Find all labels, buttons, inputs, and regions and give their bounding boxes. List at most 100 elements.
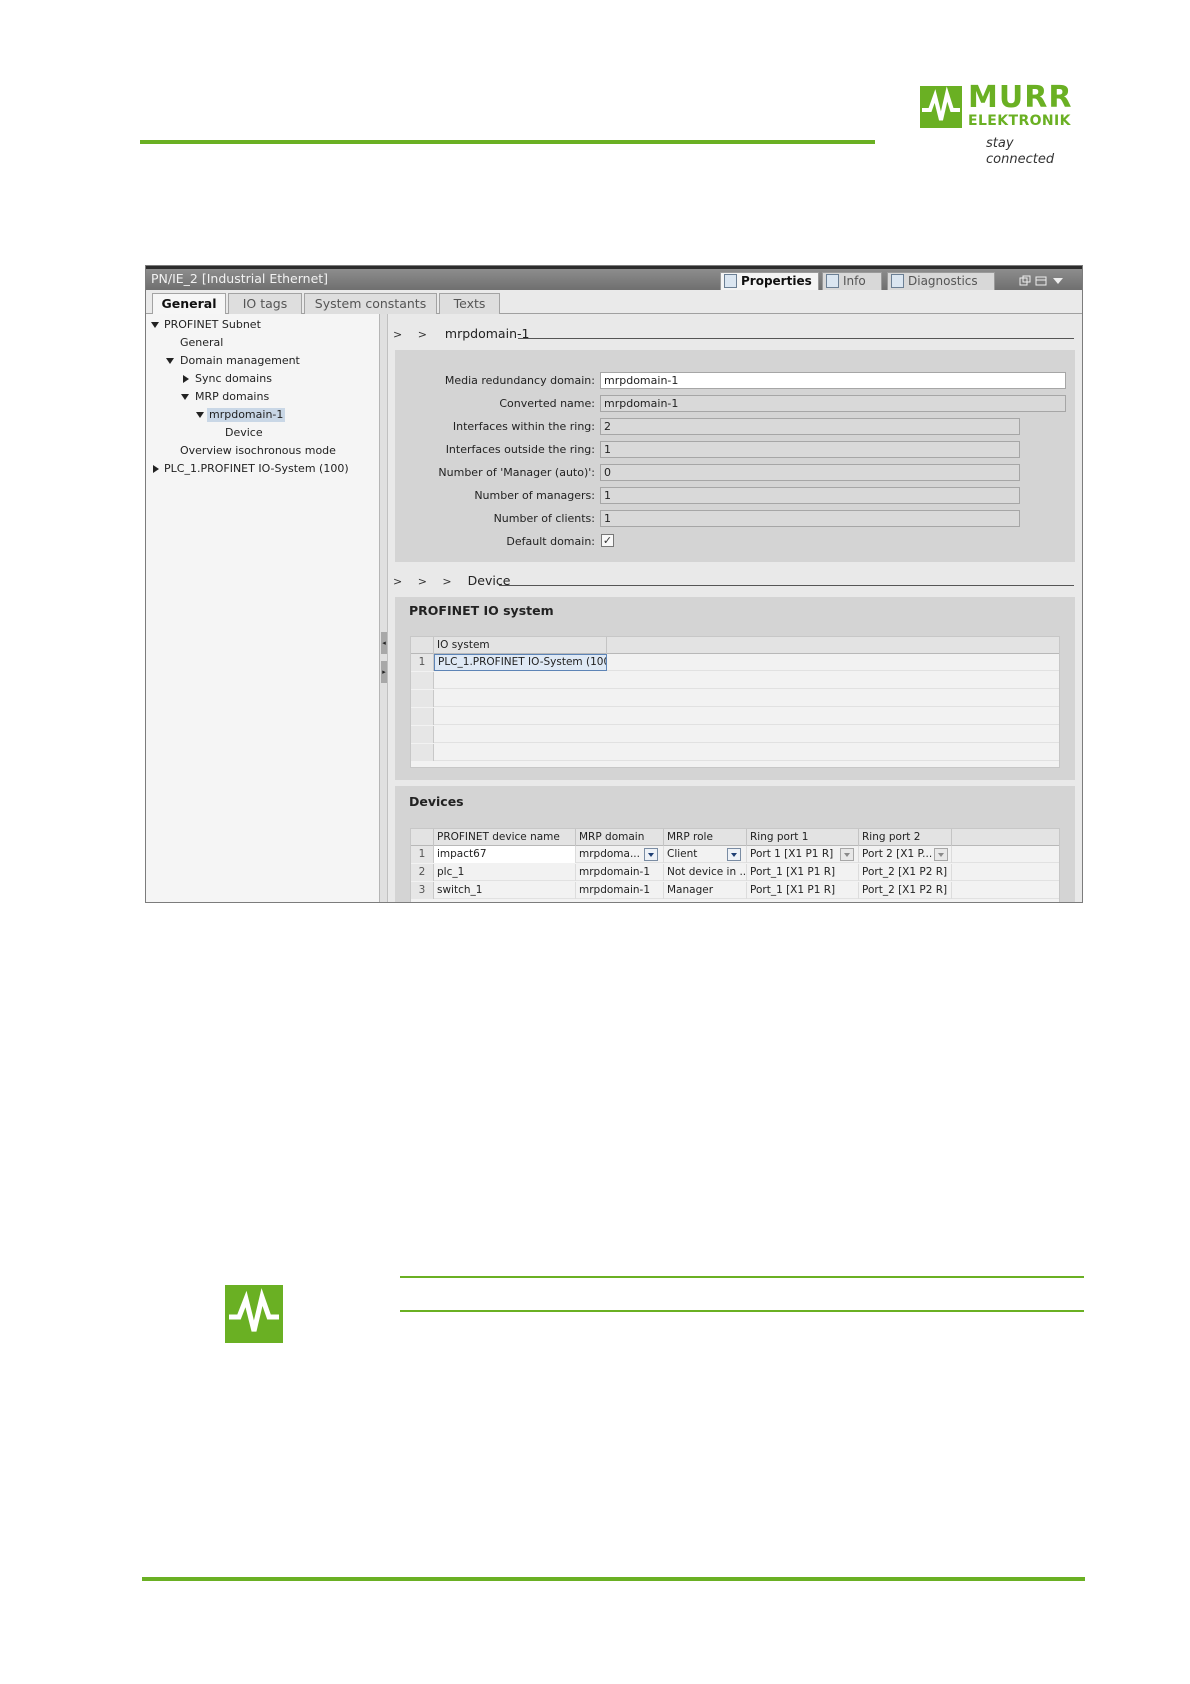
nav-item-mrpdomain-1[interactable]: mrpdomain-1: [207, 408, 286, 422]
table-row[interactable]: 1 PLC_1.PROFINET IO-System (100): [411, 654, 1059, 671]
table-row-empty[interactable]: [411, 672, 1059, 689]
number-of-clients-field: 1: [600, 510, 1020, 527]
ring-port-2-value: Port 2 [X1 P...: [862, 848, 933, 860]
table-header: IO system: [411, 637, 1059, 654]
label-converted-name: Converted name:: [499, 397, 595, 410]
interfaces-within-ring-field: 2: [600, 418, 1020, 435]
header-rule: [140, 140, 875, 144]
murr-elektronik-logo: MURR ELEKTRONIK stay connected: [920, 82, 1080, 167]
collapse-icon[interactable]: [153, 465, 159, 473]
media-redundancy-domain-input[interactable]: mrpdomain-1: [600, 372, 1066, 389]
column-header-mrp-role: MRP role: [664, 829, 747, 846]
io-system-table: IO system 1 PLC_1.PROFINET IO-System (10…: [410, 636, 1060, 768]
ring-port-1-cell[interactable]: Port_1 [X1 P1 R]: [747, 864, 859, 881]
table-row-empty[interactable]: [411, 690, 1059, 707]
label-number-of-managers: Number of managers:: [474, 489, 595, 502]
mrp-role-cell[interactable]: Not device in ...: [664, 864, 747, 881]
mrp-domain-cell[interactable]: mrpdomain-1: [576, 864, 664, 881]
nav-item-overview-isochronous[interactable]: Overview isochronous mode: [180, 444, 336, 458]
table-row[interactable]: 3 switch_1 mrpdomain-1 Manager Port_1 [X…: [411, 882, 1059, 899]
tab-info-label: Info: [843, 274, 866, 288]
table-row-empty[interactable]: [411, 708, 1059, 725]
row-number: 3: [411, 882, 434, 899]
tab-system-constants[interactable]: System constants: [304, 293, 437, 314]
layout-icon[interactable]: [1035, 275, 1047, 287]
murr-note-icon: [225, 1285, 283, 1343]
nav-item-profinet-subnet[interactable]: PROFINET Subnet: [164, 318, 261, 332]
label-number-of-clients: Number of clients:: [493, 512, 595, 525]
nav-item-general[interactable]: General: [180, 336, 223, 350]
ring-port-2-cell[interactable]: Port_2 [X1 P2 R]: [859, 882, 952, 899]
logo-word-murr: MURR: [968, 80, 1073, 115]
dropdown-arrow-icon[interactable]: [934, 848, 948, 861]
tab-properties-label: Properties: [741, 274, 812, 288]
expand-icon[interactable]: [196, 412, 204, 418]
expand-icon[interactable]: [151, 322, 159, 328]
tab-properties[interactable]: Properties: [720, 272, 819, 291]
default-domain-checkbox[interactable]: ✓: [601, 534, 614, 547]
io-system-cell[interactable]: PLC_1.PROFINET IO-System (100): [434, 654, 607, 671]
property-tabs: General IO tags System constants Texts: [146, 290, 1082, 315]
nav-item-device[interactable]: Device: [225, 426, 263, 440]
dropdown-arrow-icon[interactable]: [644, 848, 658, 861]
nav-item-io-system[interactable]: PLC_1.PROFINET IO-System (100): [164, 462, 349, 476]
label-interfaces-within-ring: Interfaces within the ring:: [452, 420, 595, 433]
row-number: [411, 690, 434, 707]
properties-icon: [724, 274, 737, 288]
label-number-manager-auto: Number of 'Manager (auto)':: [438, 466, 595, 479]
converted-name-field: mrpdomain-1: [600, 395, 1066, 412]
mrp-domain-value: mrpdoma...: [579, 848, 640, 860]
device-name-input[interactable]: impact67: [434, 846, 576, 863]
restore-window-icon[interactable]: [1019, 275, 1031, 287]
expand-icon[interactable]: [166, 358, 174, 364]
table-row[interactable]: 1 impact67 mrpdoma... Client Port 1 [X1 …: [411, 846, 1059, 863]
io-system-panel-title: PROFINET IO system: [409, 603, 554, 618]
tab-texts[interactable]: Texts: [439, 293, 500, 314]
ring-port-2-select[interactable]: Port 2 [X1 P...: [859, 846, 952, 863]
column-header-device-name: PROFINET device name: [434, 829, 576, 846]
info-icon: [826, 274, 839, 288]
device-name-cell[interactable]: plc_1: [434, 864, 576, 881]
expand-right-icon[interactable]: ▸: [381, 661, 387, 683]
mrp-domain-select[interactable]: mrpdoma...: [576, 846, 664, 863]
chevron-down-icon[interactable]: [1051, 275, 1065, 287]
window-title: PN/IE_2 [Industrial Ethernet]: [151, 271, 329, 286]
label-media-redundancy-domain: Media redundancy domain:: [444, 374, 595, 387]
column-header-mrp-domain: MRP domain: [576, 829, 664, 846]
navigation-tree: PROFINET Subnet General Domain managemen…: [146, 314, 380, 902]
tab-info[interactable]: Info: [822, 272, 882, 291]
ring-port-1-select[interactable]: Port 1 [X1 P1 R]: [747, 846, 859, 863]
collapse-left-icon[interactable]: ◂: [381, 632, 387, 654]
collapse-icon[interactable]: [183, 375, 189, 383]
nav-item-sync-domains[interactable]: Sync domains: [195, 372, 272, 386]
table-row-empty[interactable]: [411, 744, 1059, 761]
section-chevrons: > > >: [393, 575, 458, 588]
nav-item-domain-management[interactable]: Domain management: [180, 354, 300, 368]
content-pane: > > mrpdomain-1 Media redundancy domain:…: [389, 314, 1082, 902]
nav-item-mrp-domains[interactable]: MRP domains: [195, 390, 269, 404]
number-manager-auto-field: 0: [600, 464, 1020, 481]
mrp-role-cell[interactable]: Manager: [664, 882, 747, 899]
device-name-cell[interactable]: switch_1: [434, 882, 576, 899]
mrp-role-select[interactable]: Client: [664, 846, 747, 863]
number-of-managers-field: 1: [600, 487, 1020, 504]
section-device-header[interactable]: > > > Device: [393, 573, 510, 590]
diagnostics-icon: [891, 274, 904, 288]
table-row[interactable]: 2 plc_1 mrpdomain-1 Not device in ... Po…: [411, 864, 1059, 881]
pane-splitter[interactable]: ◂ ▸: [380, 314, 388, 902]
expand-icon[interactable]: [181, 394, 189, 400]
dropdown-arrow-icon[interactable]: [727, 848, 741, 861]
tab-diagnostics[interactable]: Diagnostics: [887, 272, 995, 291]
section-mrpdomain-header[interactable]: > > mrpdomain-1: [393, 326, 529, 343]
dropdown-arrow-icon[interactable]: [840, 848, 854, 861]
ring-port-1-cell[interactable]: Port_1 [X1 P1 R]: [747, 882, 859, 899]
ring-port-2-cell[interactable]: Port_2 [X1 P2 R]: [859, 864, 952, 881]
tia-properties-window: PN/IE_2 [Industrial Ethernet] Properties…: [145, 265, 1083, 903]
mrp-domain-cell[interactable]: mrpdomain-1: [576, 882, 664, 899]
ring-port-1-value: Port 1 [X1 P1 R]: [750, 848, 834, 860]
tab-general[interactable]: General: [152, 293, 226, 315]
column-header-ring-port-1: Ring port 1: [747, 829, 859, 846]
io-system-panel: PROFINET IO system IO system 1 PLC_1.PRO…: [395, 597, 1075, 780]
tab-io-tags[interactable]: IO tags: [228, 293, 302, 314]
table-row-empty[interactable]: [411, 726, 1059, 743]
